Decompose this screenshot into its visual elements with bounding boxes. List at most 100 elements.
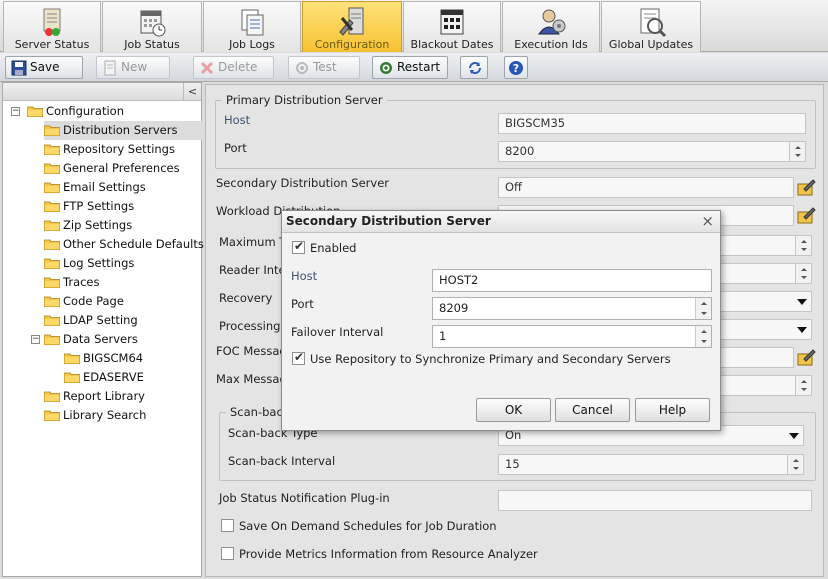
tree-item-repository-settings[interactable]: Repository Settings [44,140,194,159]
tab-server-status[interactable]: Server Status [3,1,101,52]
tree-item-bigscm64[interactable]: BIGSCM64 [64,349,214,368]
blackout-dates-icon [440,9,464,35]
tree-item-label: Traces [63,275,100,289]
tree-item-report-library[interactable]: Report Library [44,387,194,406]
primary-port-stepper[interactable]: 8200 [498,141,806,162]
secondary-server-label: Secondary Distribution Server [216,176,390,190]
tree-item-general-preferences[interactable]: General Preferences [44,159,194,178]
new-label: New [121,60,148,74]
tab-execution-ids[interactable]: Execution Ids [502,1,600,52]
tree-item-distribution-servers[interactable]: Distribution Servers [44,121,202,140]
tab-configuration[interactable]: Configuration [302,1,402,52]
tree-item-library-search[interactable]: Library Search [44,406,194,425]
primary-group-legend: Primary Distribution Server [222,93,387,107]
dialog-port-spinner[interactable] [695,298,711,319]
folder-icon [44,182,60,193]
edit-secondary-icon[interactable] [796,177,816,197]
job-status-icon [140,10,166,37]
edit-workload-icon[interactable] [796,205,816,225]
primary-port-label: Port [224,141,247,155]
collapse-panel-button[interactable]: < [183,83,201,101]
scanback-interval-value: 15 [505,457,520,471]
job-status-plugin-field[interactable] [498,490,812,511]
tree-item-data-servers[interactable]: Data Servers [44,330,194,349]
scanback-interval-label: Scan-back Interval [228,454,336,468]
new-button[interactable]: New [96,56,170,79]
refresh-button[interactable] [460,56,488,79]
primary-host-field[interactable]: BIGSCM35 [498,113,806,134]
help-button[interactable]: ? [504,56,528,79]
restart-label: Restart [397,60,441,74]
tree-item-label: Distribution Servers [63,123,178,137]
save-button[interactable]: Save [5,56,83,79]
tree-item-label: Library Search [63,408,147,422]
ribbon-bar: Server Status Job Status Job Logs Config… [0,0,828,52]
failover-interval-label: Failover Interval [291,325,384,339]
chevron-down-icon [797,327,807,333]
provide-metrics-checkbox[interactable] [221,547,234,560]
tree-item-code-page[interactable]: Code Page [44,292,194,311]
dialog-port-stepper[interactable]: 8209 [432,297,712,320]
failover-interval-value: 1 [439,329,447,343]
test-button[interactable]: Test [288,56,360,79]
cancel-button[interactable]: Cancel [555,398,630,422]
use-repository-checkbox[interactable]: ✔ [292,350,305,365]
tree-item-other-schedule-defaults[interactable]: Other Schedule Defaults [44,235,204,254]
help-dialog-button[interactable]: Help [635,398,710,422]
tab-label: Configuration [314,38,390,51]
failover-spinner[interactable] [695,326,711,347]
dialog-host-input[interactable]: HOST2 [432,269,712,292]
tab-blackout-dates[interactable]: Blackout Dates [403,1,501,52]
folder-icon [44,239,60,250]
tree-item-label: Log Settings [63,256,135,270]
scanback-interval-stepper[interactable]: 15 [498,454,804,475]
failover-interval-stepper[interactable]: 1 [432,325,712,348]
tab-label: Job Logs [229,38,275,51]
primary-host-label: Host [224,113,251,127]
dialog-port-value: 8209 [439,301,469,315]
close-icon[interactable]: × [701,213,714,229]
tree-item-label: Zip Settings [63,218,133,232]
max-message-spinner[interactable] [795,376,811,395]
test-gear-icon [296,62,308,74]
port-spinner[interactable] [789,142,805,161]
tree-item-configuration[interactable]: Configuration [27,102,177,121]
tab-job-logs[interactable]: Job Logs [203,1,301,52]
tree-item-label: FTP Settings [63,199,135,213]
tree-item-traces[interactable]: Traces [44,273,194,292]
reader-spinner[interactable] [795,264,811,283]
dialog-titlebar: Secondary Distribution Server × [282,211,720,233]
enabled-label: Enabled [310,241,357,255]
max-threads-spinner[interactable] [795,236,811,255]
collapse-data-servers-toggle[interactable]: − [31,335,40,344]
edit-foc-icon[interactable] [796,347,816,367]
folder-icon [44,410,60,421]
tree-item-log-settings[interactable]: Log Settings [44,254,194,273]
enabled-checkbox[interactable]: ✔ [292,239,305,254]
collapse-configuration-toggle[interactable]: − [11,107,20,116]
secondary-server-field[interactable]: Off [498,177,794,198]
test-label: Test [313,60,337,74]
tree-item-ftp-settings[interactable]: FTP Settings [44,197,194,216]
tab-job-status[interactable]: Job Status [102,1,202,52]
dialog-host-label: Host [291,269,318,283]
checkmark-icon: ✔ [294,239,305,253]
tree-item-label: EDASERVE [83,370,144,384]
save-on-demand-checkbox[interactable] [221,519,234,532]
scanback-spinner[interactable] [787,455,803,474]
tree-item-edaserve[interactable]: EDASERVE [64,368,214,387]
tree-header: < [3,83,201,101]
restart-button[interactable]: Restart [372,56,448,79]
folder-icon [44,391,60,402]
tree-item-ldap-setting[interactable]: LDAP Setting [44,311,194,330]
folder-icon [44,201,60,212]
tree-item-email-settings[interactable]: Email Settings [44,178,194,197]
ok-button[interactable]: OK [476,398,551,422]
folder-icon [64,372,80,383]
save-on-demand-label: Save On Demand Schedules for Job Duratio… [239,519,497,533]
checkmark-icon: ✔ [294,350,305,364]
tree-item-zip-settings[interactable]: Zip Settings [44,216,194,235]
tab-global-updates[interactable]: Global Updates [601,1,701,52]
delete-button[interactable]: Delete [193,56,274,79]
save-label: Save [30,60,60,74]
